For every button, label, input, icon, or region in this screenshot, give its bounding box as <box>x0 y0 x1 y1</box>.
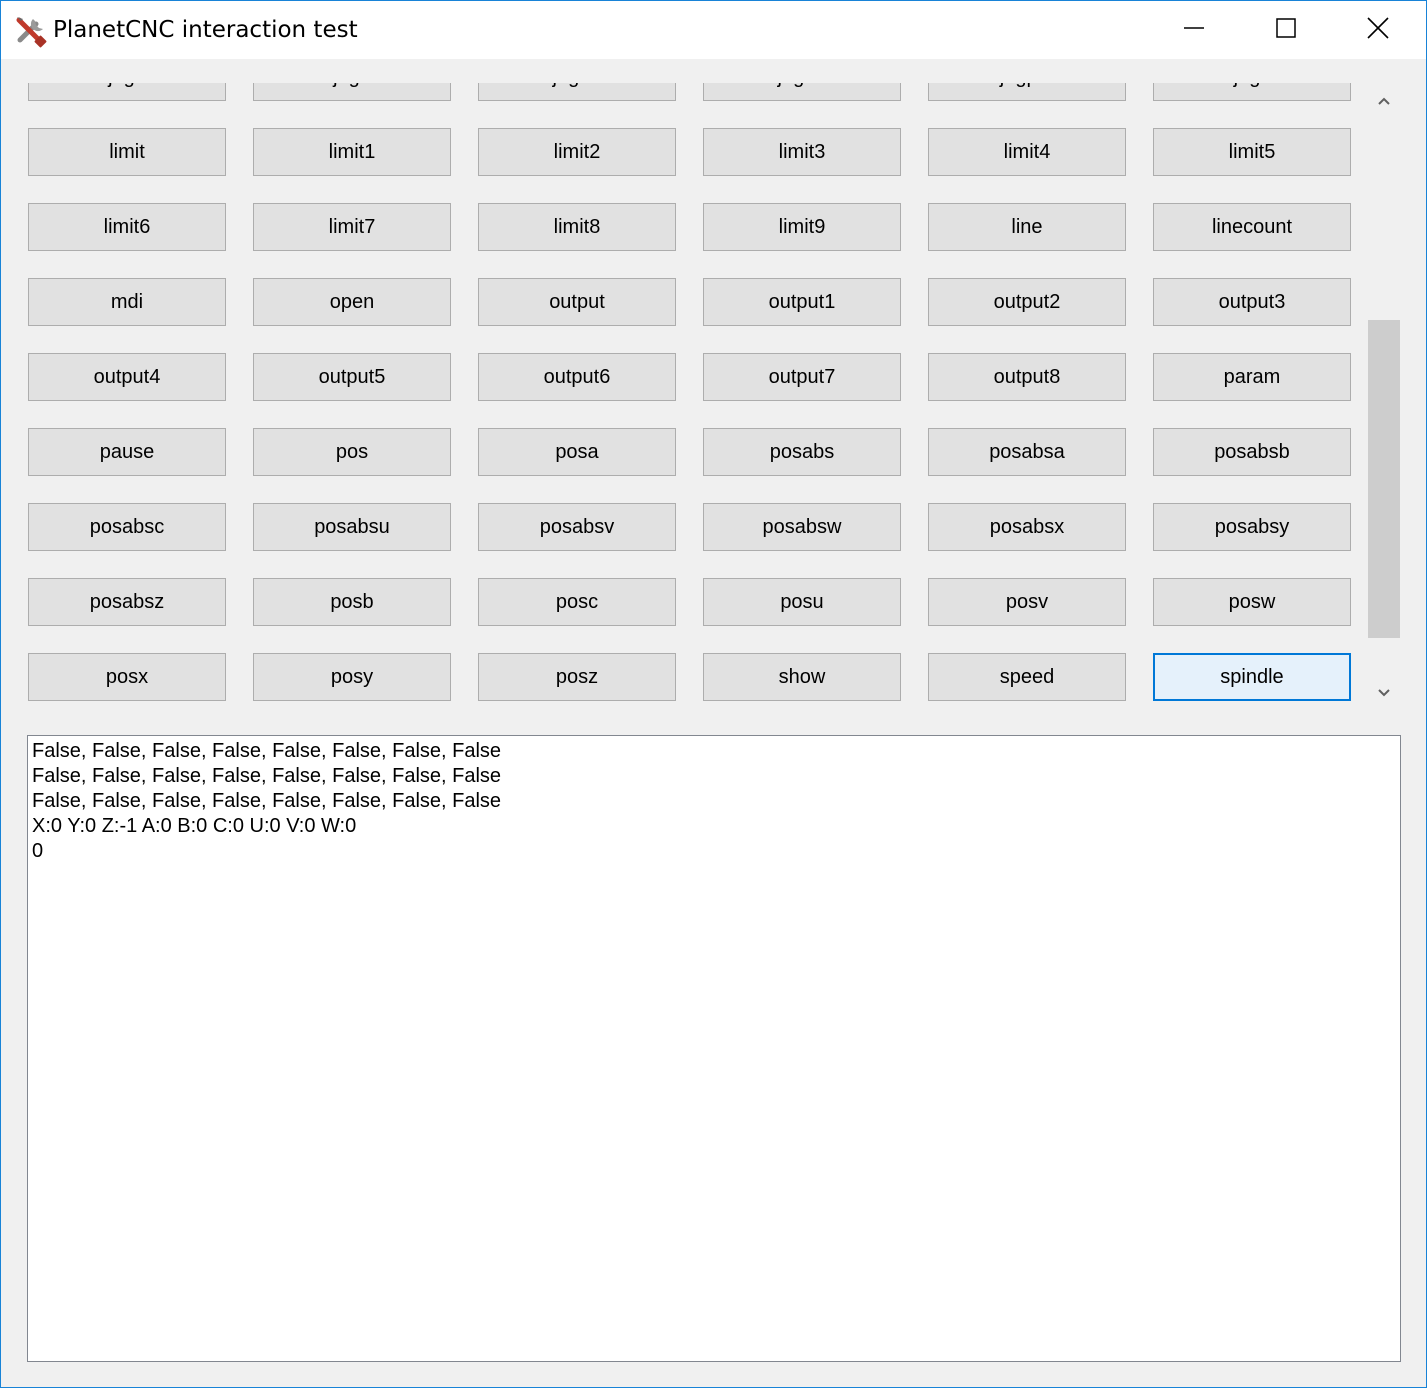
maximize-icon <box>1276 17 1296 43</box>
close-icon <box>1367 16 1389 44</box>
spindle-button[interactable]: spindle <box>1153 653 1351 701</box>
posu-button[interactable]: posu <box>703 578 901 626</box>
posabsz-button[interactable]: posabsz <box>28 578 226 626</box>
command-button-panel: jog7 jog8 joga1 joga2 jogpot jogs limit limit1 l… <box>1 83 1426 713</box>
limit5-button[interactable]: limit5 <box>1153 128 1351 176</box>
show-button[interactable]: show <box>703 653 901 701</box>
window-title: PlanetCNC interaction test <box>53 17 358 43</box>
output8-button[interactable]: output8 <box>928 353 1126 401</box>
jogpot-button[interactable]: jogpot <box>928 83 1126 101</box>
open-button[interactable]: open <box>253 278 451 326</box>
scroll-up-button[interactable] <box>1367 85 1401 119</box>
param-button[interactable]: param <box>1153 353 1351 401</box>
posy-button[interactable]: posy <box>253 653 451 701</box>
posabsu-button[interactable]: posabsu <box>253 503 451 551</box>
limit8-button[interactable]: limit8 <box>478 203 676 251</box>
linecount-button[interactable]: linecount <box>1153 203 1351 251</box>
posabsc-button[interactable]: posabsc <box>28 503 226 551</box>
tools-icon <box>14 14 48 48</box>
output4-button[interactable]: output4 <box>28 353 226 401</box>
posb-button[interactable]: posb <box>253 578 451 626</box>
posabsv-button[interactable]: posabsv <box>478 503 676 551</box>
output5-button[interactable]: output5 <box>253 353 451 401</box>
minimize-button[interactable] <box>1148 1 1240 59</box>
scroll-down-button[interactable] <box>1367 677 1401 711</box>
posabsy-button[interactable]: posabsy <box>1153 503 1351 551</box>
output6-button[interactable]: output6 <box>478 353 676 401</box>
joga2-button[interactable]: joga2 <box>703 83 901 101</box>
jog7-button[interactable]: jog7 <box>28 83 226 101</box>
posw-button[interactable]: posw <box>1153 578 1351 626</box>
output-line: X:0 Y:0 Z:-1 A:0 B:0 C:0 U:0 V:0 W:0 <box>32 815 357 837</box>
limit1-button[interactable]: limit1 <box>253 128 451 176</box>
limit9-button[interactable]: limit9 <box>703 203 901 251</box>
limit-button[interactable]: limit <box>28 128 226 176</box>
output-line: 0 <box>32 840 44 862</box>
speed-button[interactable]: speed <box>928 653 1126 701</box>
posabsb-button[interactable]: posabsb <box>1153 428 1351 476</box>
posabsa-button[interactable]: posabsa <box>928 428 1126 476</box>
mdi-button[interactable]: mdi <box>28 278 226 326</box>
posc-button[interactable]: posc <box>478 578 676 626</box>
limit3-button[interactable]: limit3 <box>703 128 901 176</box>
line-button[interactable]: line <box>928 203 1126 251</box>
output-line: False, False, False, False, False, False… <box>32 765 502 787</box>
posv-button[interactable]: posv <box>928 578 1126 626</box>
output2-button[interactable]: output2 <box>928 278 1126 326</box>
posa-button[interactable]: posa <box>478 428 676 476</box>
posabs-button[interactable]: posabs <box>703 428 901 476</box>
output3-button[interactable]: output3 <box>1153 278 1351 326</box>
jog8-button[interactable]: jog8 <box>253 83 451 101</box>
joga1-button[interactable]: joga1 <box>478 83 676 101</box>
limit7-button[interactable]: limit7 <box>253 203 451 251</box>
posx-button[interactable]: posx <box>28 653 226 701</box>
chevron-up-icon <box>1377 93 1391 111</box>
close-button[interactable] <box>1332 1 1424 59</box>
posz-button[interactable]: posz <box>478 653 676 701</box>
jogs-button[interactable]: jogs <box>1153 83 1351 101</box>
output-textbox[interactable]: False, False, False, False, False, False… <box>27 735 1401 1362</box>
posabsx-button[interactable]: posabsx <box>928 503 1126 551</box>
output-line: False, False, False, False, False, False… <box>32 790 502 812</box>
chevron-down-icon <box>1377 685 1391 703</box>
maximize-button[interactable] <box>1240 1 1332 59</box>
limit4-button[interactable]: limit4 <box>928 128 1126 176</box>
app-window: PlanetCNC interaction test jog7 jog8 joga1… <box>0 0 1427 1388</box>
vertical-scrollbar[interactable] <box>1367 83 1401 713</box>
limit2-button[interactable]: limit2 <box>478 128 676 176</box>
output-line: False, False, False, False, False, False… <box>32 740 502 762</box>
pos-button[interactable]: pos <box>253 428 451 476</box>
posabsw-button[interactable]: posabsw <box>703 503 901 551</box>
output1-button[interactable]: output1 <box>703 278 901 326</box>
limit6-button[interactable]: limit6 <box>28 203 226 251</box>
output-button[interactable]: output <box>478 278 676 326</box>
pause-button[interactable]: pause <box>28 428 226 476</box>
scroll-thumb[interactable] <box>1368 320 1400 638</box>
minimize-icon <box>1184 18 1204 43</box>
title-bar[interactable]: PlanetCNC interaction test <box>1 1 1426 59</box>
output7-button[interactable]: output7 <box>703 353 901 401</box>
